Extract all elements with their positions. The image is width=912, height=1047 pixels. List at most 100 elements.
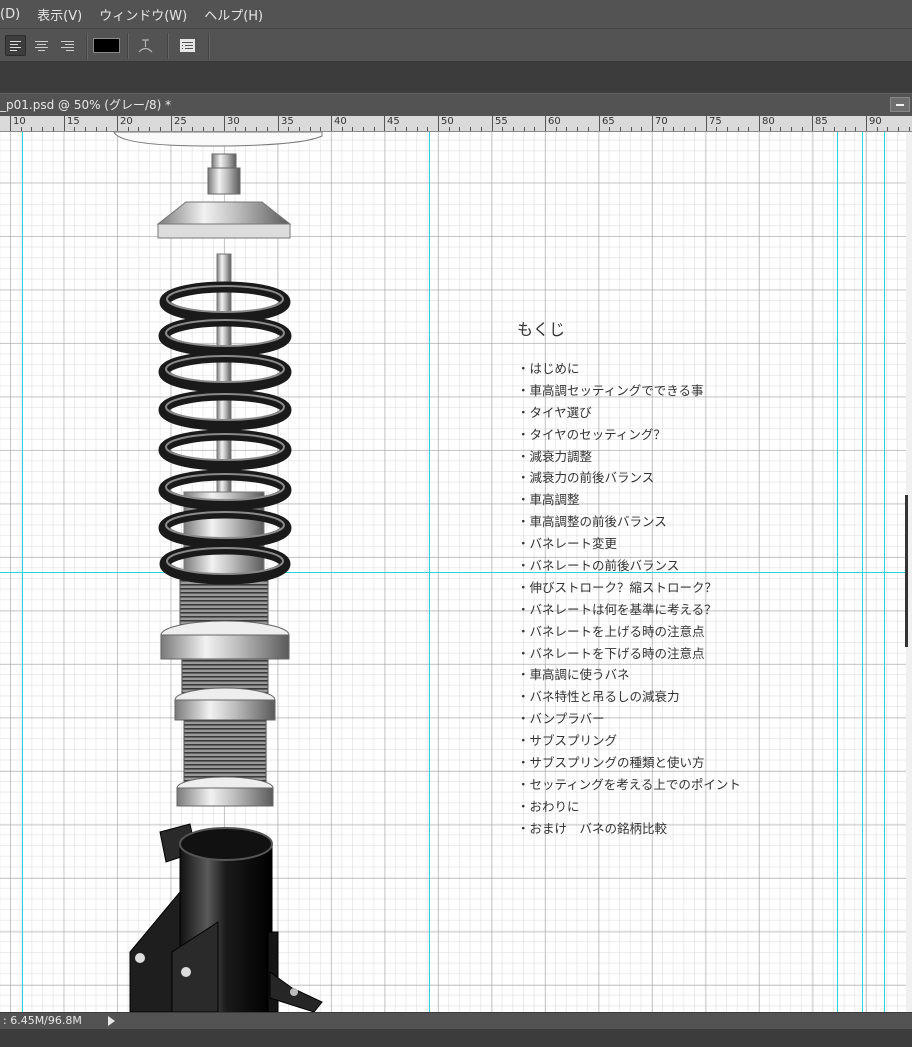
table-of-contents: もくじ ・はじめに ・車高調セッティングでできる事 ・タイヤ選び ・タイヤのセッティン… [517,319,741,841]
bottom-dock-area [0,1029,912,1047]
ruler-tick [524,127,525,131]
ruler-tick [545,116,546,131]
ruler-tick [85,127,86,131]
toc-item: ・タイヤのセッティング？ [517,426,666,442]
ruler-tick [716,127,717,131]
character-panel-button[interactable] [177,35,198,56]
ruler-tick [74,127,75,131]
ruler-tick [331,116,332,131]
ruler-tick [759,116,760,131]
align-left-button[interactable] [5,35,26,56]
ruler-tick [278,116,279,131]
toc-item: ・バネレートを上げる時の注意点 [517,623,705,639]
toc-item: ・おまけ バネの銘柄比較 [517,820,668,836]
ruler-tick [823,127,824,131]
ruler-label: 10 [13,116,26,127]
status-bar: : 6.45M/96.8M [0,1012,912,1029]
toc-item: ・車高調整 [517,492,580,508]
ruler-label: 70 [655,116,668,127]
ruler-tick [663,127,664,131]
ruler-tick [534,127,535,131]
ruler-tick [695,127,696,131]
panel-dock-area [0,62,912,93]
ruler-tick [320,127,321,131]
ruler-tick [352,127,353,131]
ruler-tick [53,127,54,131]
ruler-tick [192,127,193,131]
toc-title: もくじ [517,320,566,339]
ruler-tick [845,127,846,131]
ruler-label: 15 [67,116,80,127]
toc-item: ・減衰力の前後バランス [517,470,655,486]
ruler-tick [802,127,803,131]
ruler-tick [438,116,439,131]
document-canvas[interactable]: もくじ ・はじめに ・車高調セッティングでできる事 ・タイヤ選び ・タイヤのセッティン… [0,132,906,1012]
ruler-tick [706,116,707,131]
toc-item: ・バンプラバー [517,711,605,727]
options-separator [127,33,129,59]
warp-text-button[interactable] [135,35,156,56]
toc-item: ・サブスプリングの種類と使い方 [517,755,705,771]
ruler-tick [267,127,268,131]
toc-item: ・減衰力調整 [517,448,593,464]
ruler-tick [106,127,107,131]
menu-item-file-partial[interactable]: (D) [0,7,20,22]
toc-item: ・バネレートの前後バランス [517,558,680,574]
ruler-tick [770,127,771,131]
text-color-swatch[interactable] [93,38,120,53]
ruler-tick [117,116,118,131]
ruler-label: 85 [815,116,828,127]
status-menu-arrow-icon[interactable] [108,1016,115,1026]
menu-item-help[interactable]: ヘルプ(H) [204,5,263,24]
menu-item-view[interactable]: 表示(V) [37,5,82,24]
document-size-readout: : 6.45M/96.8M [3,1014,82,1027]
ruler-tick [203,127,204,131]
ruler-tick [620,127,621,131]
ruler-tick [738,127,739,131]
menu-item-window[interactable]: ウィンドウ(W) [99,5,187,24]
ruler-tick [138,127,139,131]
ruler-tick [684,127,685,131]
ruler-tick [459,127,460,131]
ruler-tick [31,127,32,131]
ruler-tick [42,127,43,131]
ruler-tick [384,116,385,131]
scrollbar-thumb[interactable] [905,495,908,647]
ruler-tick [21,127,22,131]
align-center-button[interactable] [31,35,52,56]
ruler-tick [877,127,878,131]
ruler-tick [566,127,567,131]
ruler-label: 80 [762,116,775,127]
ruler-tick [171,116,172,131]
ruler-tick [866,116,867,131]
ruler-tick [588,127,589,131]
toc-item: ・バネレートを下げる時の注意点 [517,645,705,661]
toc-item: ・セッティングを考える上でのポイント [517,776,741,792]
ruler-tick [288,127,289,131]
toc-item: ・伸びストローク？縮ストローク？ [517,579,718,595]
ruler-tick [887,127,888,131]
horizontal-ruler[interactable]: 10 15 20 25 30 35 40 45 50 55 60 65 70 75 80 85 90 [0,116,912,132]
ruler-tick [556,127,557,131]
ruler-tick [599,116,600,131]
ruler-tick [513,127,514,131]
toc-item: ・はじめに [517,361,580,376]
ruler-label: 60 [548,116,561,127]
minimize-panel-button[interactable] [890,97,910,112]
ruler-tick [64,116,65,131]
document-tab[interactable]: _p01.psd @ 50% (グレー/8) * [0,94,171,116]
ruler-tick [256,127,257,131]
ruler-tick [235,127,236,131]
options-bar [0,28,912,62]
ruler-label: 40 [334,116,347,127]
ruler-tick [855,127,856,131]
ruler-tick [748,127,749,131]
ruler-label: 55 [495,116,508,127]
ruler-tick [224,116,225,131]
ruler-tick [149,127,150,131]
align-right-button[interactable] [57,35,78,56]
ruler-tick [898,127,899,131]
document-tab-bar: _p01.psd @ 50% (グレー/8) * [0,93,912,116]
ruler-label: 45 [387,116,400,127]
ruler-tick [10,116,11,131]
